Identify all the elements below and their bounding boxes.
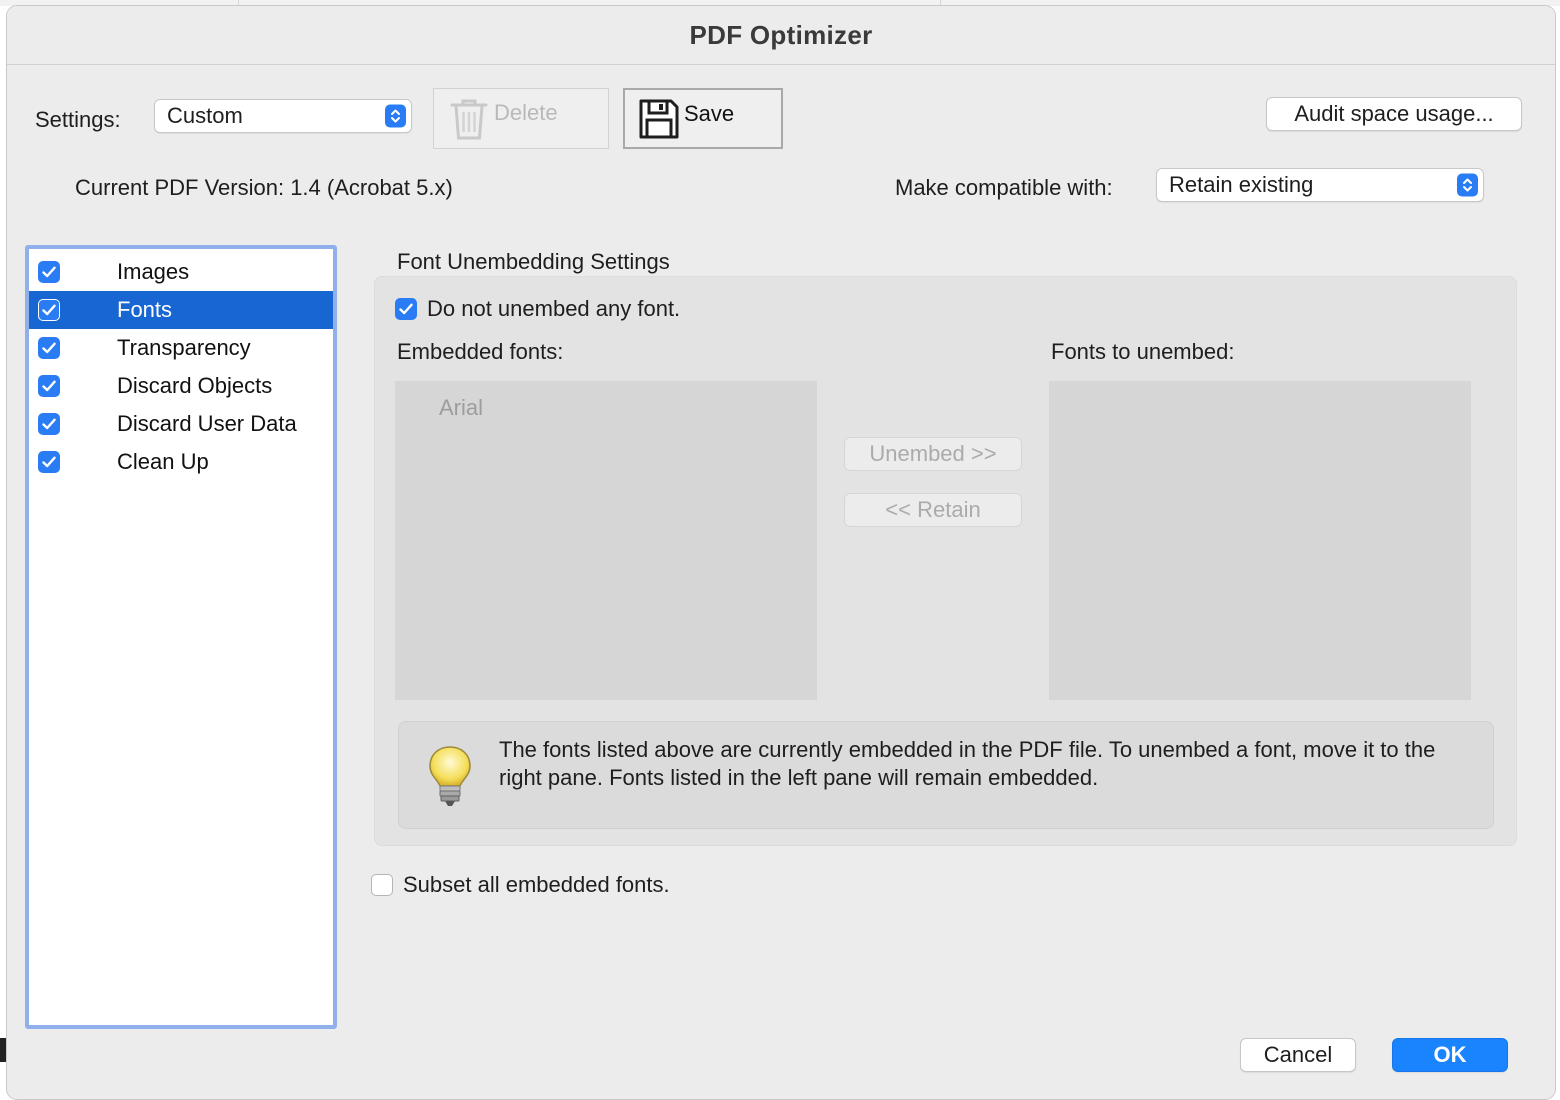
save-label: Save xyxy=(684,100,735,126)
trash-icon xyxy=(448,96,490,142)
delete-button[interactable]: Delete xyxy=(433,88,609,149)
lightbulb-icon xyxy=(427,744,473,808)
subset-fonts-label: Subset all embedded fonts. xyxy=(403,872,670,897)
category-label: Discard Objects xyxy=(117,373,273,398)
settings-label: Settings: xyxy=(35,107,121,132)
fonts-checkbox[interactable] xyxy=(38,299,60,321)
title-bar: PDF Optimizer xyxy=(7,6,1555,65)
category-item-images[interactable]: Images xyxy=(29,253,333,291)
discard-user-data-checkbox[interactable] xyxy=(38,413,60,435)
do-not-unembed-checkbox[interactable] xyxy=(395,298,417,320)
category-item-discard-user-data[interactable]: Discard User Data xyxy=(29,405,333,443)
tip-box: The fonts listed above are currently emb… xyxy=(398,721,1494,829)
save-button[interactable]: Save xyxy=(623,88,783,149)
embedded-fonts-list[interactable]: Arial xyxy=(395,381,817,700)
embedded-fonts-label: Embedded fonts: xyxy=(397,339,564,364)
subset-fonts-option[interactable]: Subset all embedded fonts. xyxy=(371,872,670,898)
audit-space-usage-button[interactable]: Audit space usage... xyxy=(1266,97,1522,131)
category-label: Transparency xyxy=(117,335,251,360)
unembed-button[interactable]: Unembed >> xyxy=(844,437,1022,471)
category-label: Discard User Data xyxy=(117,411,297,436)
embedded-font-item[interactable]: Arial xyxy=(439,395,483,421)
current-pdf-version: Current PDF Version: 1.4 (Acrobat 5.x) xyxy=(75,175,453,200)
settings-popup-value: Custom xyxy=(167,103,243,128)
ok-button[interactable]: OK xyxy=(1392,1038,1508,1072)
category-item-discard-objects[interactable]: Discard Objects xyxy=(29,367,333,405)
subset-fonts-checkbox[interactable] xyxy=(371,874,393,896)
retain-button[interactable]: << Retain xyxy=(844,493,1022,527)
window-title: PDF Optimizer xyxy=(689,19,873,50)
font-unembedding-heading: Font Unembedding Settings xyxy=(397,249,670,274)
category-label: Images xyxy=(117,259,190,284)
delete-label: Delete xyxy=(494,99,558,125)
category-item-fonts[interactable]: Fonts xyxy=(29,291,333,329)
compatibility-popup[interactable]: Retain existing xyxy=(1156,168,1484,202)
settings-popup[interactable]: Custom xyxy=(154,99,412,133)
clean-up-checkbox[interactable] xyxy=(38,451,60,473)
category-label: Clean Up xyxy=(117,449,209,474)
popup-arrows-icon xyxy=(1457,173,1478,197)
compatibility-popup-value: Retain existing xyxy=(1169,172,1314,197)
do-not-unembed-option[interactable]: Do not unembed any font. xyxy=(395,296,680,322)
category-item-clean-up[interactable]: Clean Up xyxy=(29,443,333,481)
transparency-checkbox[interactable] xyxy=(38,337,60,359)
category-list[interactable]: Images Fonts Transparency Discard Object… xyxy=(25,245,337,1029)
cancel-button[interactable]: Cancel xyxy=(1240,1038,1356,1072)
images-checkbox[interactable] xyxy=(38,261,60,283)
tip-text: The fonts listed above are currently emb… xyxy=(499,737,1436,790)
floppy-disk-icon xyxy=(638,98,680,140)
category-item-transparency[interactable]: Transparency xyxy=(29,329,333,367)
pdf-optimizer-dialog: PDF Optimizer Settings: Custom Delete Sa… xyxy=(6,5,1556,1100)
fonts-to-unembed-label: Fonts to unembed: xyxy=(1051,339,1235,364)
do-not-unembed-label: Do not unembed any font. xyxy=(427,296,681,321)
discard-objects-checkbox[interactable] xyxy=(38,375,60,397)
make-compatible-label: Make compatible with: xyxy=(895,175,1113,200)
popup-arrows-icon xyxy=(385,104,406,128)
fonts-to-unembed-list[interactable] xyxy=(1049,381,1471,700)
category-label: Fonts xyxy=(117,297,173,322)
